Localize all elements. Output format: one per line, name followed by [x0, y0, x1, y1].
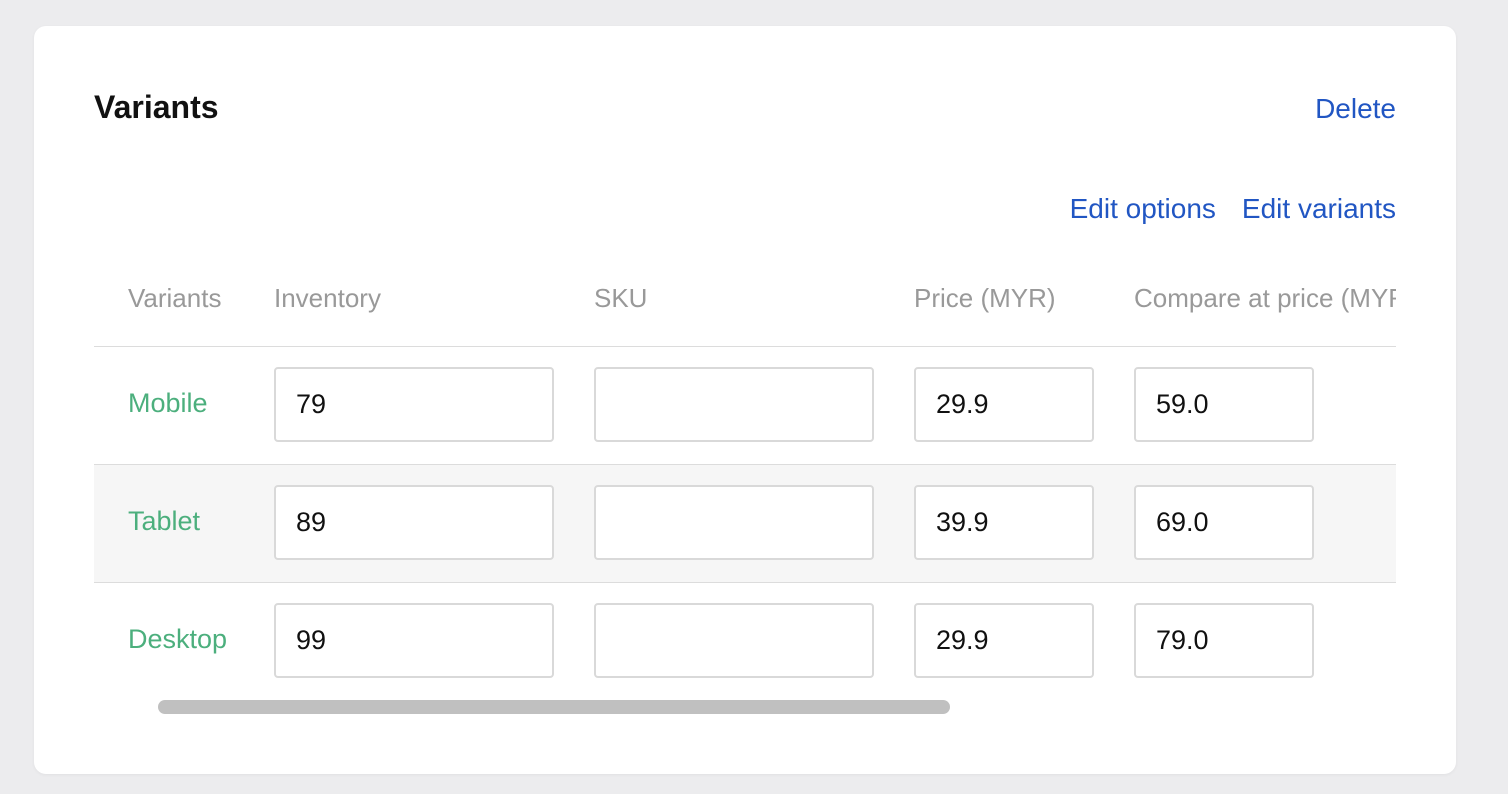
variants-card: Variants Delete Edit options Edit varian…	[34, 26, 1456, 774]
table-row: Desktop	[94, 583, 1396, 700]
column-header-inventory: Inventory	[274, 283, 381, 313]
sku-input[interactable]	[594, 485, 874, 560]
compare-at-price-input[interactable]	[1134, 367, 1314, 442]
inventory-input[interactable]	[274, 367, 554, 442]
column-header-sku: SKU	[594, 283, 648, 313]
table-row: Mobile	[94, 347, 1396, 465]
scrollbar-thumb[interactable]	[158, 700, 950, 714]
table-header: Variants Inventory SKU Price (MYR) Compa…	[94, 262, 1396, 347]
horizontal-scrollbar[interactable]	[94, 700, 1396, 716]
delete-link[interactable]: Delete	[1315, 92, 1396, 126]
price-input[interactable]	[914, 485, 1094, 560]
inventory-input[interactable]	[274, 485, 554, 560]
card-title: Variants	[94, 89, 219, 125]
variant-name-link[interactable]: Tablet	[128, 505, 200, 537]
compare-at-price-input[interactable]	[1134, 485, 1314, 560]
sku-input[interactable]	[594, 367, 874, 442]
variant-actions: Edit options Edit variants	[1070, 192, 1396, 226]
column-header-variants: Variants	[128, 283, 222, 313]
variants-table: Variants Inventory SKU Price (MYR) Compa…	[94, 262, 1396, 700]
compare-at-price-input[interactable]	[1134, 603, 1314, 678]
column-header-price: Price (MYR)	[914, 283, 1056, 313]
inventory-input[interactable]	[274, 603, 554, 678]
table-row: Tablet	[94, 465, 1396, 583]
edit-variants-link[interactable]: Edit variants	[1242, 192, 1396, 226]
column-header-compare-at-price: Compare at price (MYR)	[1134, 283, 1396, 313]
price-input[interactable]	[914, 367, 1094, 442]
variant-name-link[interactable]: Mobile	[128, 387, 208, 419]
variant-name-link[interactable]: Desktop	[128, 623, 227, 655]
sku-input[interactable]	[594, 603, 874, 678]
price-input[interactable]	[914, 603, 1094, 678]
edit-options-link[interactable]: Edit options	[1070, 192, 1216, 226]
